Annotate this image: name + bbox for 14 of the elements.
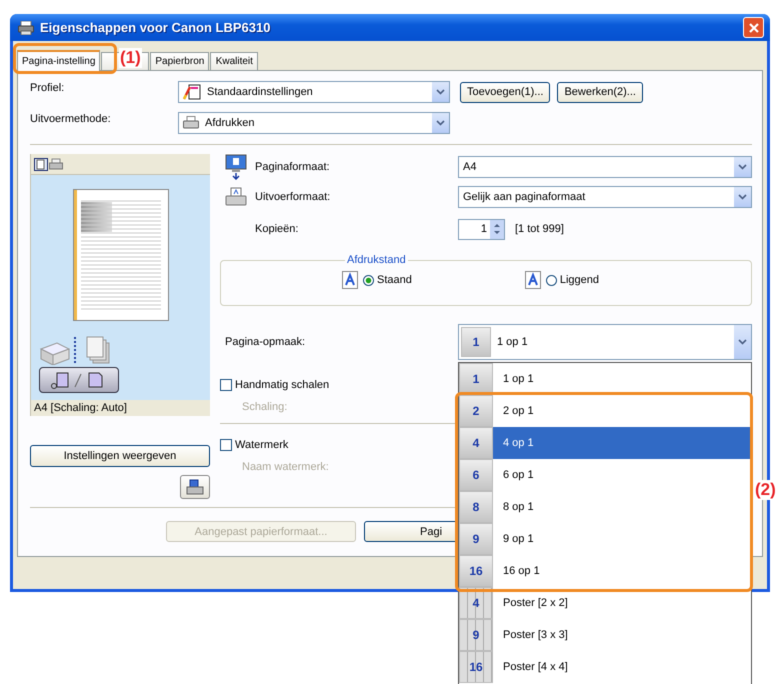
field-label: Paginaformaat: (255, 161, 330, 173)
group-title: Afdrukstand (346, 254, 407, 266)
field-label: Pagina-opmaak: (225, 336, 306, 348)
field-label: Uitvoermethode: (30, 112, 112, 125)
preview-caption: A4 [Schaling: Auto] (31, 400, 210, 416)
field-label: Kopieën: (254, 223, 298, 235)
field-label: Uitvoerformaat: (255, 191, 330, 203)
copies-range: [1 tot 999] (515, 223, 564, 235)
field-label: Profiel: (30, 81, 66, 94)
callout-label: (1) (119, 48, 142, 68)
callout-label: (2) (754, 480, 777, 500)
field-label: Schaling: (242, 401, 288, 413)
field-label: Naam watermerk: (242, 461, 329, 473)
window-title: Eigenschappen voor Canon LBP6310 (40, 20, 272, 35)
